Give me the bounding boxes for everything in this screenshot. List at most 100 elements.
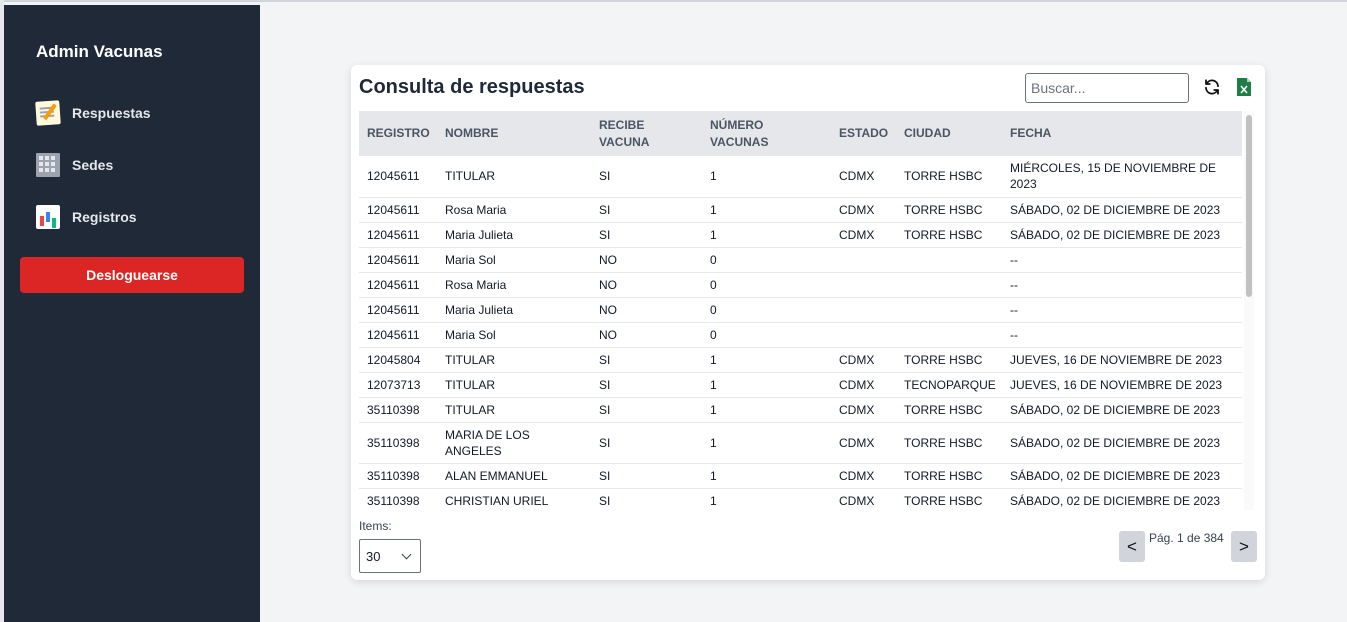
table-row[interactable]: 35110398 CHRISTIAN URIEL SI 1 CDMX TORRE HSBC…	[359, 488, 1242, 510]
cell-ciudad: TECNOPARQUE	[896, 372, 1002, 398]
cell-registro: 35110398	[359, 422, 437, 464]
cell-estado: CDMX	[831, 463, 896, 489]
cell-ciudad	[896, 247, 1002, 273]
table-row[interactable]: 12045611 TITULAR SI 1 CDMX TORRE HSBC MIÉRCOLE…	[359, 156, 1242, 198]
cell-recibe-vacuna: NO	[591, 247, 702, 273]
cell-fecha: SÁBADO, 02 DE DICIEMBRE DE 2023	[1002, 463, 1242, 489]
next-page-button[interactable]: >	[1231, 531, 1257, 562]
column-header-nombre[interactable]: NOMBRE	[437, 111, 591, 156]
cell-nombre: TITULAR	[437, 372, 591, 398]
cell-ciudad: TORRE HSBC	[896, 397, 1002, 423]
cell-fecha: SÁBADO, 02 DE DICIEMBRE DE 2023	[1002, 397, 1242, 423]
search-input[interactable]	[1025, 73, 1189, 103]
table-scrollbar-thumb[interactable]	[1246, 115, 1252, 297]
cell-ciudad	[896, 272, 1002, 298]
table-row[interactable]: 12045611 Rosa Maria NO 0 --	[359, 272, 1242, 298]
table-row[interactable]: 12045611 Maria Sol NO 0 --	[359, 247, 1242, 273]
column-header-numero-vacunas[interactable]: NÚMERO VACUNAS	[702, 111, 831, 156]
cell-fecha: SÁBADO, 02 DE DICIEMBRE DE 2023	[1002, 488, 1242, 510]
column-header-registro[interactable]: REGISTRO	[359, 111, 437, 156]
cell-registro: 35110398	[359, 397, 437, 423]
cell-nombre: Rosa Maria	[437, 197, 591, 223]
sidebar-item-respuestas[interactable]: Respuestas	[35, 100, 151, 126]
cell-fecha: --	[1002, 272, 1242, 298]
cell-registro: 35110398	[359, 488, 437, 510]
page-indicator: Pág. 1 de 384	[1149, 531, 1224, 545]
cell-fecha: --	[1002, 247, 1242, 273]
items-per-page-select[interactable]: 30	[359, 539, 421, 573]
cell-registro: 12073713	[359, 372, 437, 398]
cell-fecha: JUEVES, 16 DE NOVIEMBRE DE 2023	[1002, 347, 1242, 373]
cell-estado: CDMX	[831, 488, 896, 510]
column-header-recibe-vacuna[interactable]: RECIBE VACUNA	[591, 111, 702, 156]
cell-nombre: Maria Sol	[437, 322, 591, 348]
cell-estado	[831, 297, 896, 323]
cell-ciudad	[896, 297, 1002, 323]
cell-recibe-vacuna: NO	[591, 272, 702, 298]
cell-estado: CDMX	[831, 156, 896, 198]
cell-recibe-vacuna: SI	[591, 197, 702, 223]
cell-nombre: Maria Sol	[437, 247, 591, 273]
table-row[interactable]: 12045611 Maria Julieta NO 0 --	[359, 297, 1242, 323]
cell-ciudad: TORRE HSBC	[896, 156, 1002, 198]
bar-chart-icon	[36, 205, 60, 229]
excel-export-icon[interactable]	[1236, 77, 1252, 97]
cell-numero-vacunas: 0	[702, 272, 831, 298]
table-row[interactable]: 12073713 TITULAR SI 1 CDMX TECNOPARQUE JUEVES,…	[359, 372, 1242, 398]
cell-recibe-vacuna: SI	[591, 156, 702, 198]
refresh-icon[interactable]	[1203, 78, 1221, 96]
cell-fecha: JUEVES, 16 DE NOVIEMBRE DE 2023	[1002, 372, 1242, 398]
sidebar-item-registros[interactable]: Registros	[36, 204, 137, 230]
cell-ciudad: TORRE HSBC	[896, 488, 1002, 510]
cell-recibe-vacuna: NO	[591, 322, 702, 348]
cell-fecha: SÁBADO, 02 DE DICIEMBRE DE 2023	[1002, 197, 1242, 223]
table-row[interactable]: 12045804 TITULAR SI 1 CDMX TORRE HSBC JUEVES, …	[359, 347, 1242, 373]
cell-numero-vacunas: 1	[702, 397, 831, 423]
table-row[interactable]: 12045611 Maria Sol NO 0 --	[359, 322, 1242, 348]
cell-estado: CDMX	[831, 372, 896, 398]
cell-nombre: TITULAR	[437, 347, 591, 373]
chevron-down-icon	[401, 549, 412, 560]
office-building-icon	[36, 153, 60, 177]
cell-numero-vacunas: 1	[702, 156, 831, 198]
cell-registro: 12045611	[359, 247, 437, 273]
column-header-estado[interactable]: ESTADO	[831, 111, 896, 156]
cell-recibe-vacuna: NO	[591, 297, 702, 323]
cell-registro: 12045611	[359, 297, 437, 323]
cell-nombre: MARIA DE LOS ANGELES	[437, 422, 591, 464]
cell-estado: CDMX	[831, 347, 896, 373]
cell-ciudad	[896, 322, 1002, 348]
cell-recibe-vacuna: SI	[591, 372, 702, 398]
cell-fecha: --	[1002, 322, 1242, 348]
cell-fecha: SÁBADO, 02 DE DICIEMBRE DE 2023	[1002, 422, 1242, 464]
cell-numero-vacunas: 0	[702, 297, 831, 323]
table-row[interactable]: 35110398 TITULAR SI 1 CDMX TORRE HSBC SÁBADO, …	[359, 397, 1242, 423]
table-row[interactable]: 35110398 ALAN EMMANUEL SI 1 CDMX TORRE HSBC SÁ…	[359, 463, 1242, 489]
responses-panel: Consulta de respuestas REGISTRO NOMBRE R…	[351, 65, 1265, 580]
table-row[interactable]: 12045611 Rosa Maria SI 1 CDMX TORRE HSBC SÁBAD…	[359, 197, 1242, 223]
cell-estado	[831, 272, 896, 298]
memo-icon	[35, 100, 61, 126]
brand-title: Admin Vacunas	[36, 42, 163, 61]
cell-ciudad: TORRE HSBC	[896, 347, 1002, 373]
cell-estado	[831, 247, 896, 273]
cell-recibe-vacuna: SI	[591, 347, 702, 373]
responses-table: REGISTRO NOMBRE RECIBE VACUNA NÚMERO VAC…	[359, 111, 1242, 510]
prev-page-button[interactable]: <	[1119, 531, 1145, 562]
sidebar: Admin Vacunas Respuestas Sedes Registros…	[4, 5, 260, 622]
table-row[interactable]: 12045611 Maria Julieta SI 1 CDMX TORRE HSBC SÁ…	[359, 222, 1242, 248]
column-header-ciudad[interactable]: CIUDAD	[896, 111, 1002, 156]
cell-nombre: TITULAR	[437, 156, 591, 198]
column-header-fecha[interactable]: FECHA	[1002, 111, 1242, 156]
cell-ciudad: TORRE HSBC	[896, 422, 1002, 464]
cell-registro: 12045611	[359, 322, 437, 348]
sidebar-item-sedes[interactable]: Sedes	[36, 152, 113, 178]
table-row[interactable]: 35110398 MARIA DE LOS ANGELES SI 1 CDMX TORRE…	[359, 422, 1242, 464]
table-header-row: REGISTRO NOMBRE RECIBE VACUNA NÚMERO VAC…	[359, 111, 1242, 156]
cell-estado: CDMX	[831, 397, 896, 423]
cell-numero-vacunas: 0	[702, 247, 831, 273]
logout-button[interactable]: Desloguearse	[20, 257, 244, 293]
cell-numero-vacunas: 1	[702, 347, 831, 373]
cell-fecha: --	[1002, 297, 1242, 323]
cell-numero-vacunas: 1	[702, 222, 831, 248]
